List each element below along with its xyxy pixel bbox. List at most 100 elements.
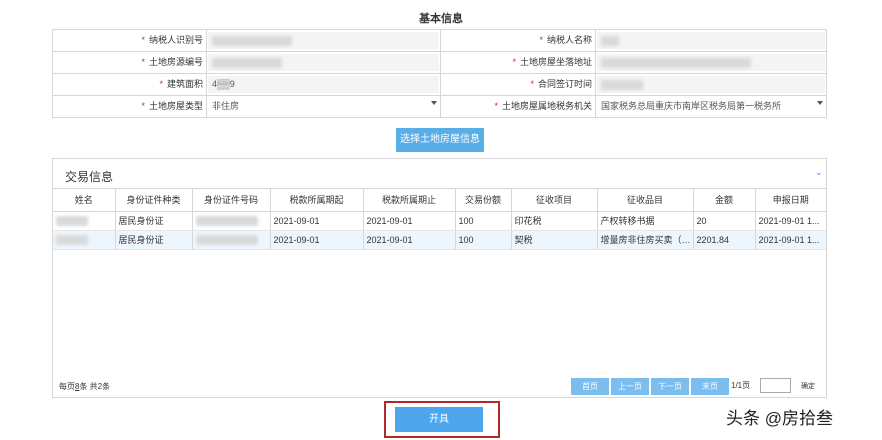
- required-mark: *: [141, 35, 145, 45]
- form-row: * 建筑面积 4▒▒9 * 合同签订时间: [53, 74, 826, 96]
- label-text: 土地房源编号: [148, 57, 203, 67]
- label-text: 纳税人名称: [546, 35, 592, 45]
- table-cell: [192, 211, 271, 231]
- redacted-value: [601, 35, 619, 46]
- table-cell: 100: [455, 230, 512, 250]
- column-header[interactable]: 申报日期: [755, 189, 826, 212]
- property-type-select[interactable]: 非住房: [208, 98, 439, 115]
- transaction-panel: 交易信息 ⌄ 姓名 身份证件种类 身份证件号码 税款所属期起 税款所属期止 交易…: [52, 158, 827, 398]
- form-row: * 土地房屋类型 非住房 * 土地房屋属地税务机关 国家税务总局重庆市南岸区税务局第…: [53, 96, 826, 118]
- redacted-value: [212, 35, 292, 46]
- caret-down-icon: [817, 101, 823, 105]
- column-header[interactable]: 姓名: [53, 189, 116, 212]
- table-cell: 2021-09-01: [270, 230, 364, 250]
- required-mark: *: [494, 101, 498, 111]
- field-value: 4▒▒9: [212, 79, 235, 89]
- column-header[interactable]: 金额: [693, 189, 756, 212]
- tax-authority-label: * 土地房屋属地税务机关: [441, 96, 596, 117]
- taxpayer-id-field[interactable]: [208, 32, 439, 49]
- table-cell: 20: [693, 211, 756, 231]
- required-mark: *: [512, 57, 516, 67]
- column-header[interactable]: 税款所属期止: [363, 189, 456, 212]
- panel-header: 交易信息 ⌄: [53, 159, 826, 189]
- page-jump-confirm[interactable]: 确定: [801, 381, 815, 391]
- required-mark: *: [141, 57, 145, 67]
- table-cell: 增量房非住房买卖（其...: [597, 230, 694, 250]
- label-text: 土地房屋类型: [148, 101, 203, 111]
- taxpayer-name-field[interactable]: [597, 32, 825, 49]
- column-header[interactable]: 征收品目: [597, 189, 694, 212]
- chevron-down-icon[interactable]: ⌄: [815, 168, 823, 177]
- property-address-field[interactable]: [597, 54, 825, 71]
- table-cell: 100: [455, 211, 512, 231]
- required-mark: *: [159, 79, 163, 89]
- next-page-button[interactable]: 下一页: [651, 378, 689, 395]
- table-cell: 2021-09-01: [363, 230, 456, 250]
- taxpayer-id-label: * 纳税人识别号: [53, 30, 207, 51]
- redacted-value: [195, 234, 258, 245]
- column-header[interactable]: 身份证件种类: [115, 189, 193, 212]
- last-page-button[interactable]: 末页: [691, 378, 729, 395]
- property-source-no-field[interactable]: [208, 54, 439, 71]
- label-text: 土地房屋属地税务机关: [501, 101, 592, 111]
- pager-info: 每页8条 共2条: [59, 381, 110, 392]
- field-value: 非住房: [212, 101, 240, 111]
- basic-info-form: * 纳税人识别号 * 纳税人名称 * 土地房源编号 * 土地房屋坐落地址 * 建筑面积 4…: [52, 29, 827, 118]
- issue-highlight-box: 开具: [384, 401, 500, 438]
- redacted-value: [56, 234, 88, 245]
- table-cell: 2201.84: [693, 230, 756, 250]
- table-cell: [53, 211, 116, 231]
- section-title: 基本信息: [419, 13, 463, 25]
- prev-page-button[interactable]: 上一页: [611, 378, 649, 395]
- table-cell: 产权转移书据: [597, 211, 694, 231]
- issue-button[interactable]: 开具: [395, 407, 483, 432]
- table-row[interactable]: 居民身份证 2021-09-01 2021-09-01 100 契税 增量房非住…: [53, 230, 826, 250]
- table-cell: 2021-09-01 1...: [755, 211, 826, 231]
- table-cell: 居民身份证: [115, 230, 193, 250]
- table-cell: [192, 230, 271, 250]
- caret-down-icon: [431, 101, 437, 105]
- page-indicator: 1/1页: [731, 381, 751, 390]
- redacted-value: [56, 215, 88, 226]
- redacted-value: [601, 57, 751, 68]
- required-mark: *: [530, 79, 534, 89]
- table-cell: 印花税: [511, 211, 598, 231]
- column-header[interactable]: 身份证件号码: [192, 189, 271, 212]
- form-row: * 纳税人识别号 * 纳税人名称: [53, 30, 826, 52]
- table-header-row: 姓名 身份证件种类 身份证件号码 税款所属期起 税款所属期止 交易份额 征收项目…: [53, 189, 826, 212]
- tax-authority-select[interactable]: 国家税务总局重庆市南岸区税务局第一税务所: [597, 98, 825, 115]
- column-header[interactable]: 税款所属期起: [270, 189, 364, 212]
- pager-info-prefix: 每页: [59, 382, 75, 391]
- label-text: 建筑面积: [166, 79, 203, 89]
- redacted-value: [212, 57, 282, 68]
- first-page-button[interactable]: 首页: [571, 378, 609, 395]
- form-row: * 土地房源编号 * 土地房屋坐落地址: [53, 52, 826, 74]
- column-header[interactable]: 征收项目: [511, 189, 598, 212]
- column-header[interactable]: 交易份额: [455, 189, 512, 212]
- redacted-value: [601, 79, 643, 90]
- building-area-field[interactable]: 4▒▒9: [208, 76, 439, 93]
- building-area-label: * 建筑面积: [53, 74, 207, 95]
- redacted-value: [195, 215, 258, 226]
- label-text: 纳税人识别号: [148, 35, 203, 45]
- watermark: 头条 @房拾叁: [726, 409, 833, 428]
- table-cell: 2021-09-01: [363, 211, 456, 231]
- table-cell: [53, 230, 116, 250]
- table-cell: 契税: [511, 230, 598, 250]
- table-row[interactable]: 居民身份证 2021-09-01 2021-09-01 100 印花税 产权转移…: [53, 211, 826, 231]
- label-text: 土地房屋坐落地址: [519, 57, 592, 67]
- select-property-button[interactable]: 选择土地房屋信息: [396, 128, 484, 152]
- property-type-label: * 土地房屋类型: [53, 96, 207, 117]
- required-mark: *: [141, 101, 145, 111]
- label-text: 合同签订时间: [537, 79, 592, 89]
- field-value: 国家税务总局重庆市南岸区税务局第一税务所: [601, 101, 782, 111]
- panel-title: 交易信息: [65, 170, 114, 184]
- contract-date-label: * 合同签订时间: [441, 74, 596, 95]
- transaction-table: 姓名 身份证件种类 身份证件号码 税款所属期起 税款所属期止 交易份额 征收项目…: [53, 189, 826, 250]
- table-cell: 2021-09-01: [270, 211, 364, 231]
- table-cell: 居民身份证: [115, 211, 193, 231]
- taxpayer-name-label: * 纳税人名称: [441, 30, 596, 51]
- contract-date-field[interactable]: [597, 76, 825, 93]
- page-jump-input[interactable]: [760, 378, 791, 393]
- pager-info-suffix: 条 共2条: [79, 382, 111, 391]
